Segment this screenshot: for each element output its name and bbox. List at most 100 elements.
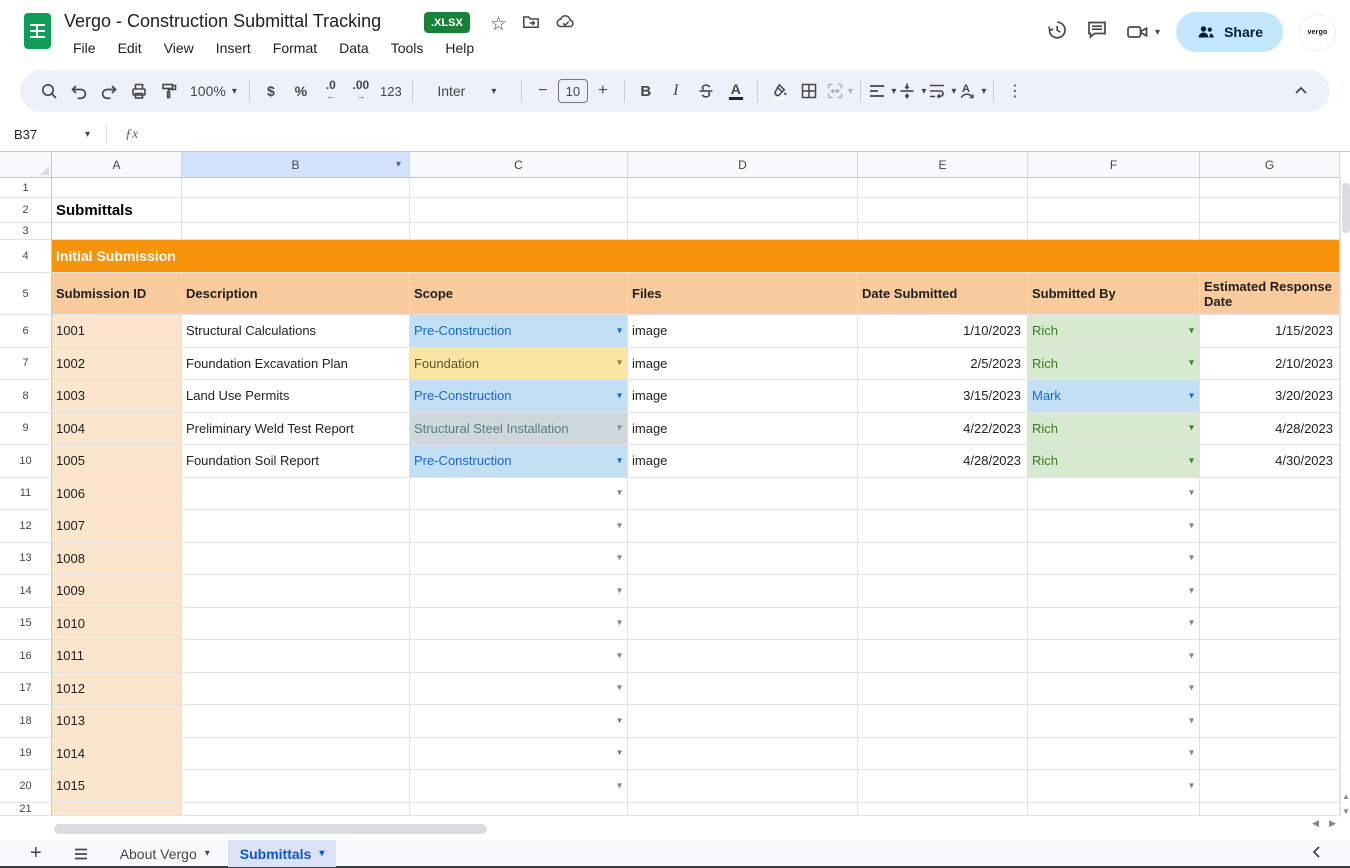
decrease-decimal-button[interactable]: .0← bbox=[316, 76, 346, 106]
scope-dropdown-cell[interactable]: Structural Steel Installation▾ bbox=[410, 413, 628, 446]
description-cell[interactable] bbox=[182, 705, 410, 738]
dropdown-caret-icon[interactable]: ▾ bbox=[1189, 618, 1194, 629]
date-submitted-cell[interactable] bbox=[858, 510, 1028, 543]
header-cell-5[interactable]: Date Submitted bbox=[858, 273, 1028, 315]
column-header-d[interactable]: D bbox=[628, 152, 858, 178]
vertical-scrollbar-thumb[interactable] bbox=[1342, 183, 1350, 233]
scope-dropdown-cell[interactable]: Foundation▾ bbox=[410, 348, 628, 381]
description-cell[interactable]: Foundation Soil Report bbox=[182, 445, 410, 478]
redo-icon[interactable] bbox=[94, 76, 124, 106]
files-cell[interactable] bbox=[628, 543, 858, 576]
header-cell-1[interactable]: Submission ID bbox=[52, 273, 182, 315]
formula-input[interactable] bbox=[138, 118, 1350, 151]
row-header-6[interactable]: 6 bbox=[0, 315, 52, 348]
column-menu-icon[interactable]: ▾ bbox=[396, 159, 401, 170]
dropdown-caret-icon[interactable]: ▾ bbox=[1189, 423, 1194, 434]
estimated-response-cell[interactable] bbox=[1200, 770, 1340, 803]
header-cell-6[interactable]: Submitted By bbox=[1028, 273, 1200, 315]
row-header-11[interactable]: 11 bbox=[0, 478, 52, 511]
scope-dropdown-cell[interactable]: ▾ bbox=[410, 770, 628, 803]
submitted-by-dropdown-cell[interactable]: ▾ bbox=[1028, 543, 1200, 576]
row-header-13[interactable]: 13 bbox=[0, 543, 52, 576]
date-submitted-cell[interactable] bbox=[858, 738, 1028, 771]
text-rotation-button[interactable]: A ▾ bbox=[957, 76, 987, 106]
submitted-by-dropdown-cell[interactable]: ▾ bbox=[1028, 673, 1200, 706]
scope-dropdown-cell[interactable]: Pre-Construction▾ bbox=[410, 445, 628, 478]
row-header-20[interactable]: 20 bbox=[0, 770, 52, 803]
more-toolbar-button[interactable]: ⋮ bbox=[1000, 76, 1030, 106]
menu-tools[interactable]: Tools bbox=[384, 38, 431, 58]
account-avatar[interactable]: vergo bbox=[1299, 14, 1336, 51]
submission-id-cell[interactable]: 1006 bbox=[52, 478, 182, 511]
row-header-4[interactable]: 4 bbox=[0, 240, 52, 273]
header-cell-4[interactable]: Files bbox=[628, 273, 858, 315]
borders-button[interactable] bbox=[794, 76, 824, 106]
bold-button[interactable]: B bbox=[631, 76, 661, 106]
files-cell[interactable] bbox=[628, 478, 858, 511]
add-sheet-icon[interactable]: + bbox=[30, 842, 42, 865]
select-all-corner[interactable] bbox=[0, 152, 52, 178]
description-cell[interactable] bbox=[182, 770, 410, 803]
estimated-response-cell[interactable] bbox=[1200, 608, 1340, 641]
empty-cell[interactable] bbox=[1028, 178, 1200, 198]
empty-cell[interactable] bbox=[628, 178, 858, 198]
row-header-12[interactable]: 12 bbox=[0, 510, 52, 543]
hide-menus-button[interactable] bbox=[1286, 76, 1316, 106]
submission-id-cell[interactable]: 1015 bbox=[52, 770, 182, 803]
scope-dropdown-cell[interactable]: Pre-Construction▾ bbox=[410, 315, 628, 348]
estimated-response-cell[interactable]: 1/15/2023 bbox=[1200, 315, 1340, 348]
submission-id-cell[interactable]: 1001 bbox=[52, 315, 182, 348]
menu-insert[interactable]: Insert bbox=[209, 38, 258, 58]
submission-id-cell[interactable]: 1009 bbox=[52, 575, 182, 608]
dropdown-caret-icon[interactable]: ▾ bbox=[617, 748, 622, 759]
format-percent-button[interactable]: % bbox=[286, 76, 316, 106]
date-submitted-cell[interactable]: 2/5/2023 bbox=[858, 348, 1028, 381]
empty-cell[interactable] bbox=[1200, 223, 1340, 240]
description-cell[interactable] bbox=[182, 640, 410, 673]
empty-cell[interactable] bbox=[858, 178, 1028, 198]
zoom-select[interactable]: 100% ▾ bbox=[184, 76, 243, 106]
empty-cell[interactable] bbox=[1028, 803, 1200, 816]
submission-id-cell[interactable]: 1005 bbox=[52, 445, 182, 478]
scroll-down-icon[interactable]: ▼ bbox=[1342, 807, 1350, 816]
version-history-icon[interactable] bbox=[1045, 18, 1069, 47]
empty-cell[interactable] bbox=[410, 178, 628, 198]
date-submitted-cell[interactable]: 3/15/2023 bbox=[858, 380, 1028, 413]
submission-id-cell[interactable]: 1007 bbox=[52, 510, 182, 543]
date-submitted-cell[interactable] bbox=[858, 640, 1028, 673]
estimated-response-cell[interactable] bbox=[1200, 510, 1340, 543]
dropdown-caret-icon[interactable]: ▾ bbox=[1189, 553, 1194, 564]
submitted-by-dropdown-cell[interactable]: ▾ bbox=[1028, 510, 1200, 543]
column-header-b[interactable]: B▾ bbox=[182, 152, 410, 178]
row-header-8[interactable]: 8 bbox=[0, 380, 52, 413]
menu-help[interactable]: Help bbox=[438, 38, 481, 58]
decrease-font-size-button[interactable]: − bbox=[528, 76, 558, 106]
row-header-14[interactable]: 14 bbox=[0, 575, 52, 608]
files-cell[interactable] bbox=[628, 770, 858, 803]
row-header-1[interactable]: 1 bbox=[0, 178, 52, 198]
date-submitted-cell[interactable] bbox=[858, 575, 1028, 608]
dropdown-caret-icon[interactable]: ▾ bbox=[1189, 358, 1194, 369]
files-cell[interactable] bbox=[628, 608, 858, 641]
dropdown-caret-icon[interactable]: ▾ bbox=[1189, 488, 1194, 499]
date-submitted-cell[interactable]: 4/22/2023 bbox=[858, 413, 1028, 446]
strikethrough-button[interactable] bbox=[691, 76, 721, 106]
dropdown-caret-icon[interactable]: ▾ bbox=[1189, 585, 1194, 596]
scroll-right-icon[interactable]: ▶ bbox=[1329, 818, 1336, 829]
dropdown-caret-icon[interactable]: ▾ bbox=[1189, 780, 1194, 791]
estimated-response-cell[interactable]: 2/10/2023 bbox=[1200, 348, 1340, 381]
description-cell[interactable]: Foundation Excavation Plan bbox=[182, 348, 410, 381]
empty-cell[interactable] bbox=[1200, 178, 1340, 198]
scope-dropdown-cell[interactable]: ▾ bbox=[410, 543, 628, 576]
section-band-cell[interactable]: Initial Submission bbox=[52, 240, 1340, 273]
horizontal-scrollbar-thumb[interactable] bbox=[54, 824, 487, 834]
date-submitted-cell[interactable]: 1/10/2023 bbox=[858, 315, 1028, 348]
dropdown-caret-icon[interactable]: ▾ bbox=[617, 358, 622, 369]
submitted-by-dropdown-cell[interactable]: Rich▾ bbox=[1028, 348, 1200, 381]
vertical-scrollbar[interactable]: ▲ ▼ bbox=[1340, 178, 1350, 818]
menu-data[interactable]: Data bbox=[332, 38, 376, 58]
scope-dropdown-cell[interactable]: ▾ bbox=[410, 608, 628, 641]
dropdown-caret-icon[interactable]: ▾ bbox=[617, 553, 622, 564]
comment-icon[interactable] bbox=[1085, 18, 1109, 47]
empty-cell[interactable] bbox=[628, 198, 858, 223]
